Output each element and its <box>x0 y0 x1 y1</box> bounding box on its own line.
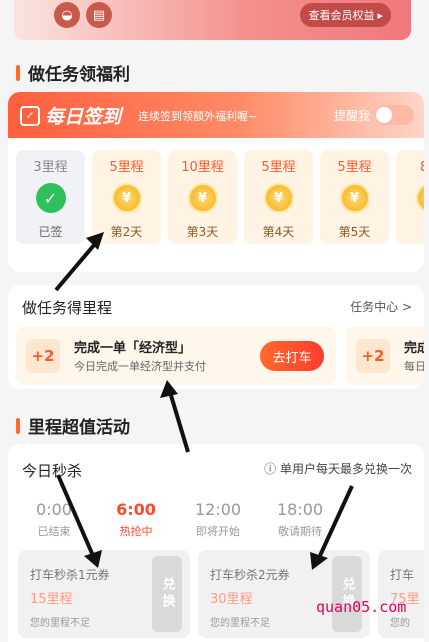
arrowhead <box>160 380 178 398</box>
annotation-arrow <box>316 485 354 561</box>
annotation-arrow <box>56 474 96 559</box>
annotation-arrows <box>54 232 354 570</box>
arrowhead <box>86 232 104 250</box>
annotation-arrow <box>54 236 102 292</box>
annotation-arrow <box>168 391 190 453</box>
watermark: quan05.com <box>316 598 407 616</box>
